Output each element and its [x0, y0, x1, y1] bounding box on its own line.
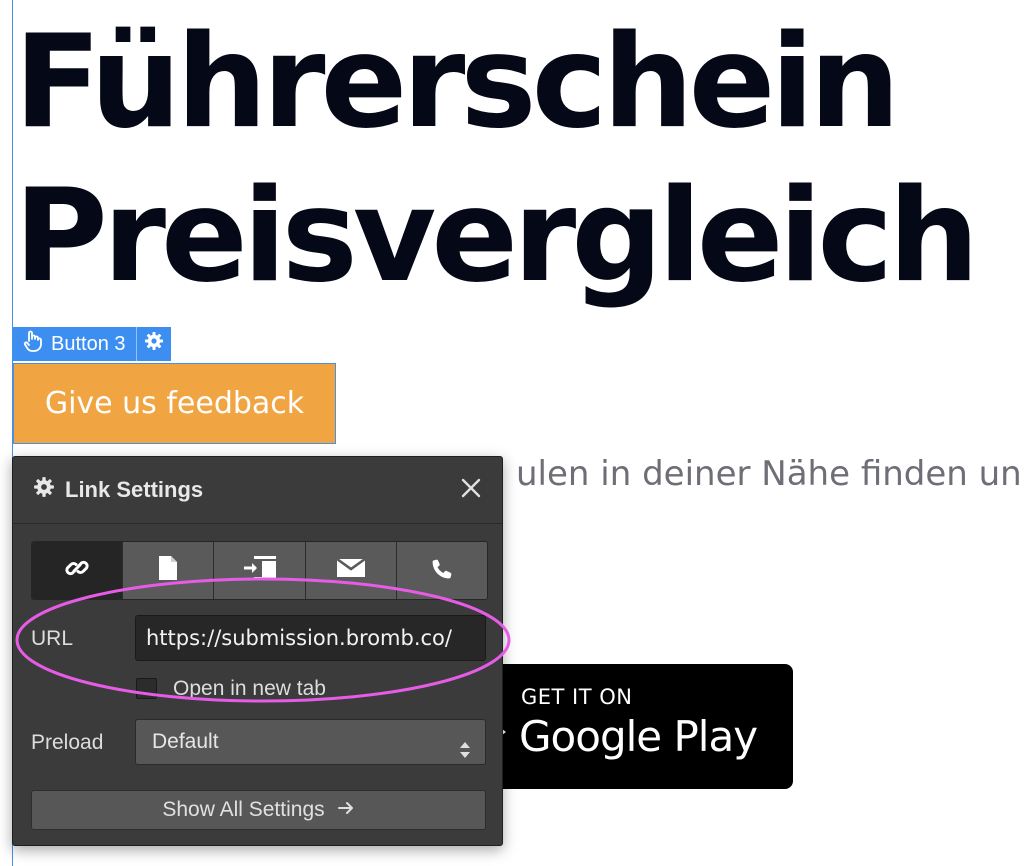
gear-icon — [144, 331, 164, 357]
page-title: Führerschein Preisvergleich — [14, 6, 979, 314]
open-in-new-tab-checkbox[interactable] — [136, 678, 157, 699]
element-settings-button[interactable] — [135, 327, 171, 361]
tab-section-link[interactable] — [213, 542, 305, 599]
preload-select-value: Default — [152, 730, 219, 753]
give-feedback-button[interactable]: Give us feedback — [13, 363, 336, 444]
select-arrows-icon — [459, 732, 471, 758]
preload-select[interactable]: Default — [135, 719, 486, 765]
section-anchor-icon — [242, 555, 278, 586]
link-icon — [63, 554, 91, 587]
google-play-store-name: Google Play — [519, 712, 758, 761]
link-settings-header: Link Settings — [13, 457, 502, 524]
tab-email-link[interactable] — [304, 542, 396, 599]
page-icon — [156, 554, 180, 587]
phone-icon — [428, 554, 456, 587]
selected-element-tag[interactable]: Button 3 — [13, 327, 171, 361]
google-play-badge[interactable]: GET IT ON Google Play — [480, 664, 793, 789]
url-label: URL — [31, 627, 74, 650]
google-play-get-it-on: GET IT ON — [521, 685, 633, 709]
link-type-tabs — [31, 541, 488, 600]
element-name-label: Button 3 — [51, 332, 126, 355]
show-all-settings-button[interactable]: Show All Settings — [31, 790, 486, 830]
close-icon — [460, 477, 482, 504]
tab-page-link[interactable] — [122, 542, 214, 599]
hero-subtitle: ulen in deiner Nähe finden un — [516, 454, 1022, 494]
preload-label: Preload — [31, 731, 104, 754]
url-input[interactable]: https://submission.bromb.co/ — [135, 615, 486, 661]
close-button[interactable] — [456, 475, 486, 505]
email-icon — [335, 556, 367, 585]
link-settings-title: Link Settings — [33, 476, 203, 504]
element-name-chip[interactable]: Button 3 — [13, 327, 136, 361]
gear-icon — [33, 476, 55, 504]
link-settings-panel: Link Settings URL https://submission.bro… — [12, 456, 503, 846]
arrow-right-icon — [337, 798, 355, 822]
tab-phone-link[interactable] — [395, 542, 487, 599]
show-all-settings-label: Show All Settings — [162, 798, 325, 821]
link-settings-title-text: Link Settings — [65, 477, 204, 502]
page-title-line2: Preisvergleich — [14, 162, 979, 311]
hand-pointer-icon — [23, 330, 43, 358]
open-in-new-tab-label[interactable]: Open in new tab — [173, 677, 326, 701]
tab-url-link[interactable] — [32, 542, 123, 599]
page-title-line1: Führerschein — [14, 8, 900, 157]
